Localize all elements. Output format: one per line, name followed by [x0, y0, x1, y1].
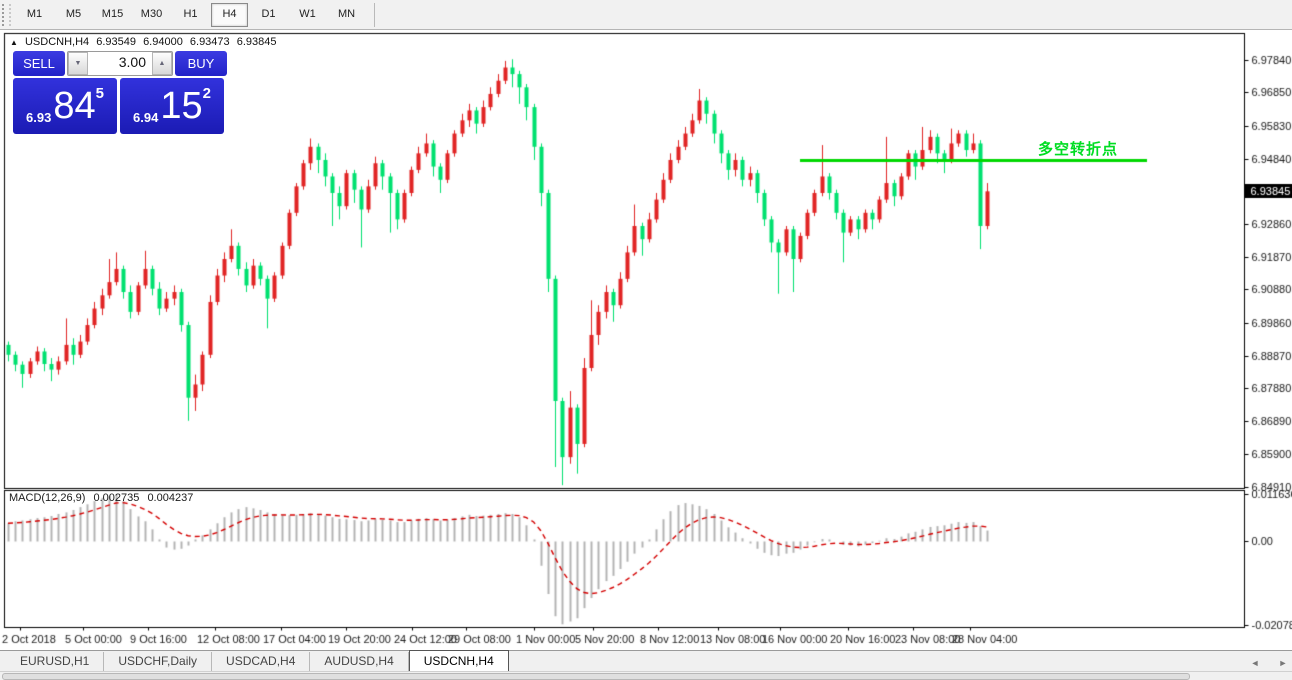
tab-usdcad-h4[interactable]: USDCAD,H4	[212, 652, 310, 671]
buy-button[interactable]: BUY	[175, 51, 227, 76]
tab-audusd-h4[interactable]: AUDUSD,H4	[310, 652, 408, 671]
sell-price-prefix: 6.93	[26, 110, 51, 125]
timeframe-toolbar: M1 M5 M15 M30 H1 H4 D1 W1 MN	[0, 0, 1292, 30]
timeframe-button-h4[interactable]: H4	[211, 3, 248, 27]
ohlc-high-value: 6.94000	[143, 36, 183, 48]
toolbar-grip-handle[interactable]	[2, 4, 11, 26]
timeframe-button-h1[interactable]: H1	[172, 3, 209, 27]
sell-price-superscript: 5	[96, 85, 104, 102]
macd-name: MACD(12,26,9)	[9, 492, 85, 504]
buy-price-superscript: 2	[203, 85, 211, 102]
timeframe-button-m5[interactable]: M5	[55, 3, 92, 27]
volume-decrease-arrow-icon[interactable]: ▼	[68, 52, 88, 75]
timeframe-button-d1[interactable]: D1	[250, 3, 287, 27]
one-click-trading-panel: SELL ▼ 3.00 ▲ BUY 6.93 84 5 6.94 15 2	[13, 51, 227, 134]
timeframe-button-mn[interactable]: MN	[328, 3, 365, 27]
tab-scroll-left-icon[interactable]: ◄	[1246, 655, 1264, 671]
volume-increase-arrow-icon[interactable]: ▲	[152, 52, 172, 75]
chart-ohlc-header: ▲ USDCNH,H4 6.93549 6.94000 6.93473 6.93…	[10, 36, 280, 48]
timeframe-button-m1[interactable]: M1	[16, 3, 53, 27]
sell-price-main: 84	[53, 80, 95, 132]
tab-usdchf-daily[interactable]: USDCHF,Daily	[104, 652, 212, 671]
buy-quote-box[interactable]: 6.94 15 2	[120, 78, 224, 134]
toolbar-divider	[374, 3, 375, 27]
macd-main-value: 0.002735	[93, 492, 139, 504]
timeframe-button-m15[interactable]: M15	[94, 3, 131, 27]
timeframe-button-m30[interactable]: M30	[133, 3, 170, 27]
tab-scroll-right-icon[interactable]: ►	[1274, 655, 1292, 671]
ohlc-low-value: 6.93473	[190, 36, 230, 48]
volume-input[interactable]: 3.00	[88, 52, 152, 75]
trendline-annotation-text: 多空转折点	[1038, 138, 1118, 159]
ohlc-open-value: 6.93549	[96, 36, 136, 48]
tab-usdcnh-h4[interactable]: USDCNH,H4	[409, 650, 509, 671]
macd-indicator-label: MACD(12,26,9) 0.002735 0.004237	[9, 492, 198, 504]
chart-symbol-label: USDCNH,H4	[25, 36, 89, 48]
sell-button[interactable]: SELL	[13, 51, 65, 76]
tab-eurusd-h1[interactable]: EURUSD,H1	[6, 652, 104, 671]
tabbar-spacer	[509, 652, 1246, 671]
volume-stepper: ▼ 3.00 ▲	[67, 51, 173, 76]
buy-price-main: 15	[160, 80, 202, 132]
buy-price-prefix: 6.94	[133, 110, 158, 125]
sell-quote-box[interactable]: 6.93 84 5	[13, 78, 117, 134]
collapse-triangle-icon[interactable]: ▲	[10, 38, 18, 47]
timeframe-button-w1[interactable]: W1	[289, 3, 326, 27]
macd-signal-value: 0.004237	[147, 492, 193, 504]
ohlc-close-value: 6.93845	[237, 36, 277, 48]
chart-tab-bar: EURUSD,H1 USDCHF,Daily USDCAD,H4 AUDUSD,…	[0, 650, 1292, 671]
